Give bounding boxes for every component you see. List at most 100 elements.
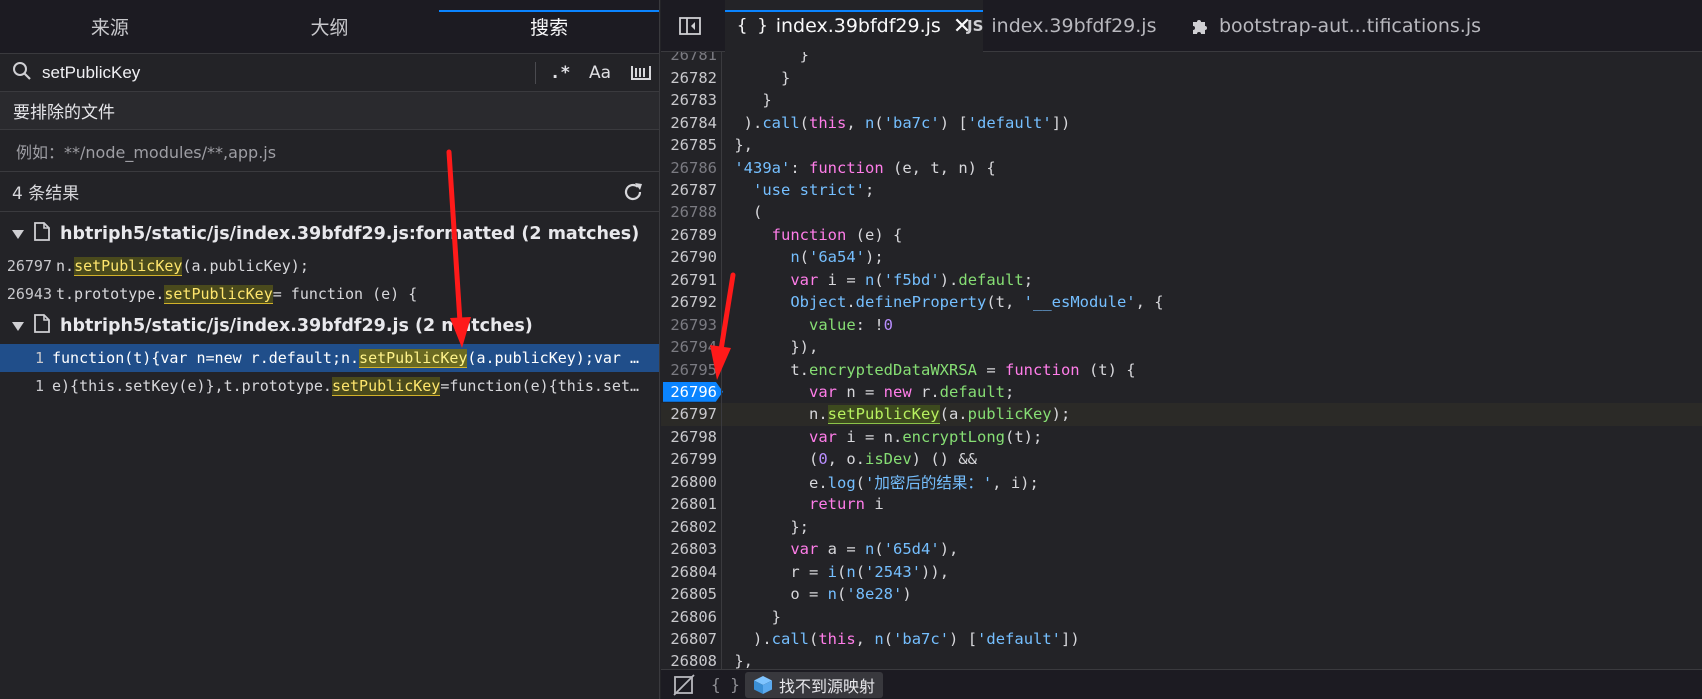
result-match-row[interactable]: 26797 n. setPublicKey (a.publicKey); [0,252,659,280]
result-match-row[interactable]: 1 e){this.setKey(e)},t.prototype. setPubli… [0,372,659,400]
code-line: 26789 function (e) { [661,224,1702,247]
line-number[interactable]: 26789 [661,226,719,244]
pretty-print-button[interactable]: { } [711,675,740,694]
code-line: 26804 r = i(n('2543')), [661,560,1702,583]
breakpoint-marker[interactable]: 26796 [663,381,723,402]
search-panel: 来源 大纲 搜索 .* Aa 要排除的文件 例如：**/node_modules… [0,0,660,699]
line-number[interactable]: 26795 [661,361,719,379]
code-line: 26785 }, [661,134,1702,157]
code-line: 26803 var a = n('65d4'), [661,538,1702,561]
exclude-files-label: 要排除的文件 [0,92,659,130]
line-number[interactable]: 26788 [661,203,719,221]
code-line: 26794 }), [661,336,1702,359]
result-match-row-selected[interactable]: 1 function(t){var n=new r.default;n. setPu… [0,344,659,372]
code-text: }, [725,652,753,669]
match-case-button[interactable]: Aa [589,54,611,92]
code-text: var a = n('65d4'), [790,540,959,559]
code-line: 26797 n.setPublicKey(a.publicKey); [661,403,1702,426]
line-number[interactable]: 26784 [661,114,719,132]
editor-tabs: { } index.39bfdf29.js ✕ JS index.39bfdf2… [661,0,1702,52]
code-text: } [725,91,772,110]
refresh-icon[interactable] [622,181,644,208]
line-number[interactable]: 26801 [661,495,719,513]
code-text: var i = n.encryptLong(t); [809,427,1043,446]
js-file-icon: JS [967,17,984,35]
line-number[interactable]: 26802 [661,518,719,536]
whole-word-button[interactable] [630,54,652,92]
code-line: 26783 } [661,89,1702,112]
code-line: 26801 return i [661,493,1702,516]
result-match-row[interactable]: 26943 t.prototype. setPublicKey = function… [0,280,659,308]
result-file-header[interactable]: hbtriph5/static/js/index.39bfdf29.js (2 … [0,308,659,344]
result-file-header[interactable]: hbtriph5/static/js/index.39bfdf29.js:for… [0,216,659,252]
line-number[interactable]: 26785 [661,136,719,154]
code-line: 26782 } [661,66,1702,89]
code-text: } [725,68,791,87]
regex-toggle-button[interactable]: .* [550,54,570,92]
line-number[interactable]: 26808 [661,652,719,669]
editor-tab-formatted[interactable]: { } index.39bfdf29.js ✕ [725,0,984,52]
code-line: 26792 Object.defineProperty(t, '__esModu… [661,291,1702,314]
code-text: n('6a54'); [790,248,884,267]
left-tabs: 来源 大纲 搜索 [0,0,659,54]
line-number[interactable]: 26803 [661,540,719,558]
tab-search[interactable]: 搜索 [439,0,659,53]
tab-outline[interactable]: 大纲 [220,0,440,53]
code-line: 26790 n('6a54'); [661,246,1702,269]
divider [535,62,536,84]
line-number[interactable]: 26804 [661,563,719,581]
line-number[interactable]: 26791 [661,271,719,289]
line-number[interactable]: 26806 [661,608,719,626]
line-number[interactable]: 26787 [661,181,719,199]
line-number[interactable]: 26781 [661,52,719,64]
editor-tab-extension[interactable]: bootstrap-aut...tifications.js [1191,0,1481,52]
code-text: '439a': function (e, t, n) { [734,158,996,177]
code-line: 26800 e.log('加密后的结果：', i); [661,471,1702,494]
line-number[interactable]: 26794 [661,338,719,356]
tab-sources[interactable]: 来源 [0,0,220,53]
search-results: hbtriph5/static/js/index.39bfdf29.js:for… [0,216,659,400]
line-number[interactable]: 26800 [661,473,719,491]
code-text: return i [809,495,884,514]
line-number[interactable]: 26786 [661,159,719,177]
code-line: 26805 o = n('8e28') [661,583,1702,606]
code-text: ).call(this, n('ba7c') ['default']) [725,629,1080,648]
file-icon [34,222,50,246]
line-number[interactable]: 26799 [661,450,719,468]
code-line: 26787 'use strict'; [661,179,1702,202]
line-number[interactable]: 26792 [661,293,719,311]
line-number[interactable]: 26782 [661,69,719,87]
code-editor[interactable]: 26781 } 26782 } 26783 } 26784 ).call(this, … [661,52,1702,669]
search-bar: .* Aa [0,54,659,92]
gutter-divider [721,52,722,669]
code-text: function (e) { [771,225,903,244]
code-text: }), [725,338,819,357]
status-bar: { } 找不到源映射 [661,669,1702,699]
code-text: n.setPublicKey(a.publicKey); [725,405,1071,425]
sourcemap-button[interactable]: 找不到源映射 [745,672,884,698]
line-number[interactable]: 26798 [661,428,719,446]
line-number[interactable]: 26807 [661,630,719,648]
code-text: }; [725,517,809,536]
cube-icon [754,676,772,694]
toggle-sidebar-button[interactable] [679,0,701,52]
line-number[interactable]: 26793 [661,316,719,334]
code-line: 26784 ).call(this, n('ba7c') ['default']… [661,111,1702,134]
code-line: 26793 value: !0 [661,313,1702,336]
result-file-name: hbtriph5/static/js/index.39bfdf29.js:for… [60,224,640,244]
line-number[interactable]: 26790 [661,248,719,266]
search-input[interactable] [42,62,512,83]
exclude-files-input[interactable]: 例如：**/node_modules/**,app.js [0,130,659,172]
line-number[interactable]: 26797 [661,405,719,423]
line-number[interactable]: 26805 [661,585,719,603]
code-text: value: !0 [809,315,894,334]
whole-word-icon [631,66,651,80]
code-text: var i = n('f5bd').default; [790,270,1034,289]
code-line: 26807 ).call(this, n('ba7c') ['default']… [661,628,1702,651]
line-number[interactable]: 26783 [661,91,719,109]
code-line: 26795 t.encryptedDataWXRSA = function (t… [661,358,1702,381]
chevron-down-icon [12,321,24,331]
no-sourcemap-icon[interactable] [673,674,695,699]
editor-tab-js[interactable]: JS index.39bfdf29.js [967,0,1156,52]
code-text: Object.defineProperty(t, '__esModule', { [790,293,1164,312]
